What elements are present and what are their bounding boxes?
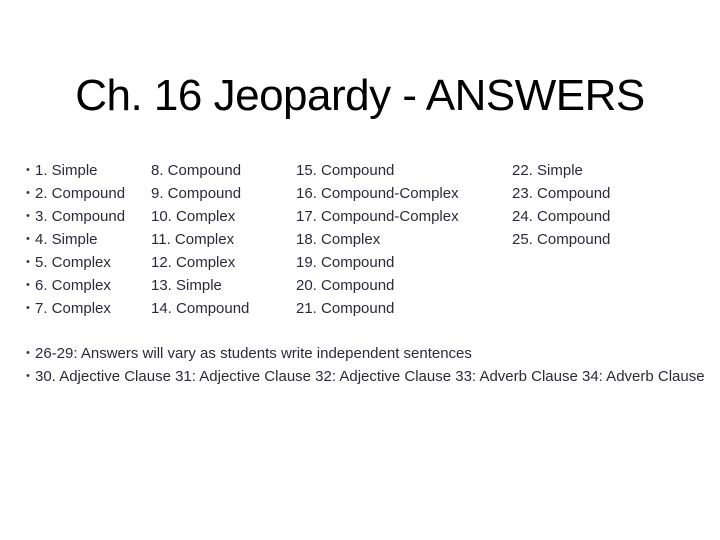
answers-column-1: 1. Simple 2. Compound 3. Compound 4. Sim…	[35, 159, 125, 320]
bullet-icon: •	[26, 347, 30, 359]
answer-item: 8. Compound	[151, 162, 242, 179]
bullet-icon: •	[26, 370, 30, 382]
answers-column-2: 8. Compound 9. Compound 10. Complex 11. …	[151, 159, 249, 320]
note-text: 26-29: Answers will vary as students wri…	[35, 345, 472, 362]
answer-item: 22. Simple	[512, 162, 583, 179]
answer-item: 12. Complex	[151, 254, 236, 271]
answer-item: 25. Compound	[512, 231, 611, 248]
answer-item: 3. Compound	[35, 208, 126, 225]
answer-item: 15. Compound	[296, 162, 395, 179]
note-item: • 26-29: Answers will vary as students w…	[26, 343, 716, 364]
note-text: 30. Adjective Clause 31: Adjective Claus…	[35, 368, 705, 385]
answer-item: 5. Complex	[35, 254, 111, 271]
answer-item: 19. Compound	[296, 254, 395, 271]
answer-item: 4. Simple	[35, 231, 98, 248]
answer-item: 10. Complex	[151, 208, 236, 225]
answer-item: 14. Compound	[151, 300, 250, 317]
answer-item: 13. Simple	[151, 277, 222, 294]
answer-item: 1. Simple	[35, 162, 98, 179]
notes-list: • 26-29: Answers will vary as students w…	[26, 343, 716, 389]
answer-item: 11. Complex	[151, 231, 235, 248]
answers-column-3: 15. Compound 16. Compound-Complex 17. Co…	[296, 159, 459, 320]
answer-item: 21. Compound	[296, 300, 395, 317]
note-item: • 30. Adjective Clause 31: Adjective Cla…	[26, 366, 716, 387]
answer-item: 6. Complex	[35, 277, 111, 294]
answer-item: 2. Compound	[35, 185, 126, 202]
answer-item: 23. Compound	[512, 185, 611, 202]
answer-item: 16. Compound-Complex	[296, 185, 459, 202]
slide-title: Ch. 16 Jeopardy - ANSWERS	[75, 71, 645, 120]
answers-column-4: 22. Simple 23. Compound 24. Compound 25.…	[512, 159, 610, 251]
answer-item: 24. Compound	[512, 208, 611, 225]
answer-item: 7. Complex	[35, 300, 111, 317]
answer-item: 18. Complex	[296, 231, 381, 248]
answer-item: 20. Compound	[296, 277, 395, 294]
answer-item: 9. Compound	[151, 185, 242, 202]
answer-item: 17. Compound-Complex	[296, 208, 459, 225]
